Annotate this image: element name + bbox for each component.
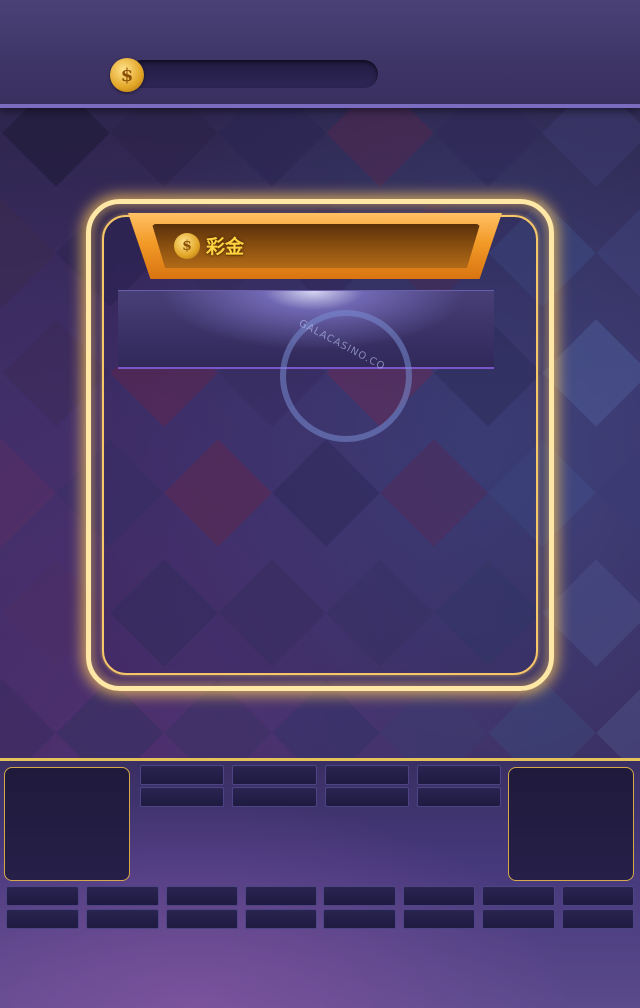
- bet-cell[interactable]: [562, 886, 634, 906]
- top-bar: [0, 0, 640, 108]
- diamond-tile: [218, 105, 326, 187]
- stat-cell: [417, 765, 501, 785]
- bet-cell[interactable]: [6, 886, 79, 906]
- diamond-tile: [0, 679, 56, 760]
- stat-cell: [140, 765, 224, 785]
- dollar-coin-icon: $: [174, 233, 200, 259]
- coin-glyph: $: [120, 64, 134, 86]
- bet-cell[interactable]: [403, 886, 475, 906]
- diamond-tile: [542, 559, 640, 667]
- diamond-tile: [0, 439, 56, 547]
- bet-cell[interactable]: [166, 909, 238, 929]
- diamond-tile: [542, 319, 640, 427]
- bet-cell[interactable]: [245, 909, 317, 929]
- stat-cell: [140, 787, 224, 807]
- diamond-tile: [596, 199, 640, 307]
- diamond-tile: [2, 105, 110, 187]
- diamond-tile: [272, 679, 380, 760]
- stat-cell: [325, 787, 409, 807]
- bet-cell[interactable]: [245, 886, 317, 906]
- diamond-tile: [434, 105, 542, 187]
- diamond-tile: [542, 105, 640, 187]
- bet-cell[interactable]: [323, 886, 396, 906]
- stat-cell: [417, 787, 501, 807]
- diamond-tile: [596, 439, 640, 547]
- diamond-tile: [596, 679, 640, 760]
- bet-cell[interactable]: [482, 909, 555, 929]
- diamond-tile: [56, 679, 164, 760]
- prize-title-banner-inner: [152, 224, 480, 268]
- coin-balance-bar: [128, 60, 378, 88]
- banner-coin-glyph: $: [182, 238, 192, 254]
- stat-cell: [325, 765, 409, 785]
- prize-title: 彩金: [206, 236, 245, 258]
- diamond-tile: [164, 679, 272, 760]
- diamond-tile: [0, 199, 56, 307]
- bet-cell[interactable]: [323, 909, 396, 929]
- diamond-tile: [110, 105, 218, 187]
- diamond-tile: [488, 679, 596, 760]
- bet-cell[interactable]: [166, 886, 238, 906]
- dollar-coin-icon: $: [110, 58, 144, 92]
- stat-cell: [232, 787, 317, 807]
- left-seat-box[interactable]: [4, 767, 130, 881]
- bet-cell[interactable]: [403, 909, 475, 929]
- prize-panel-inner-frame: [102, 215, 538, 675]
- diamond-tile: [380, 679, 488, 760]
- stat-cell: [232, 765, 317, 785]
- bet-cell[interactable]: [562, 909, 634, 929]
- bet-cell[interactable]: [86, 886, 159, 906]
- diamond-tile: [326, 105, 434, 187]
- bet-cell[interactable]: [6, 909, 79, 929]
- right-seat-box[interactable]: [508, 767, 634, 881]
- bet-cell[interactable]: [482, 886, 555, 906]
- bet-cell[interactable]: [86, 909, 159, 929]
